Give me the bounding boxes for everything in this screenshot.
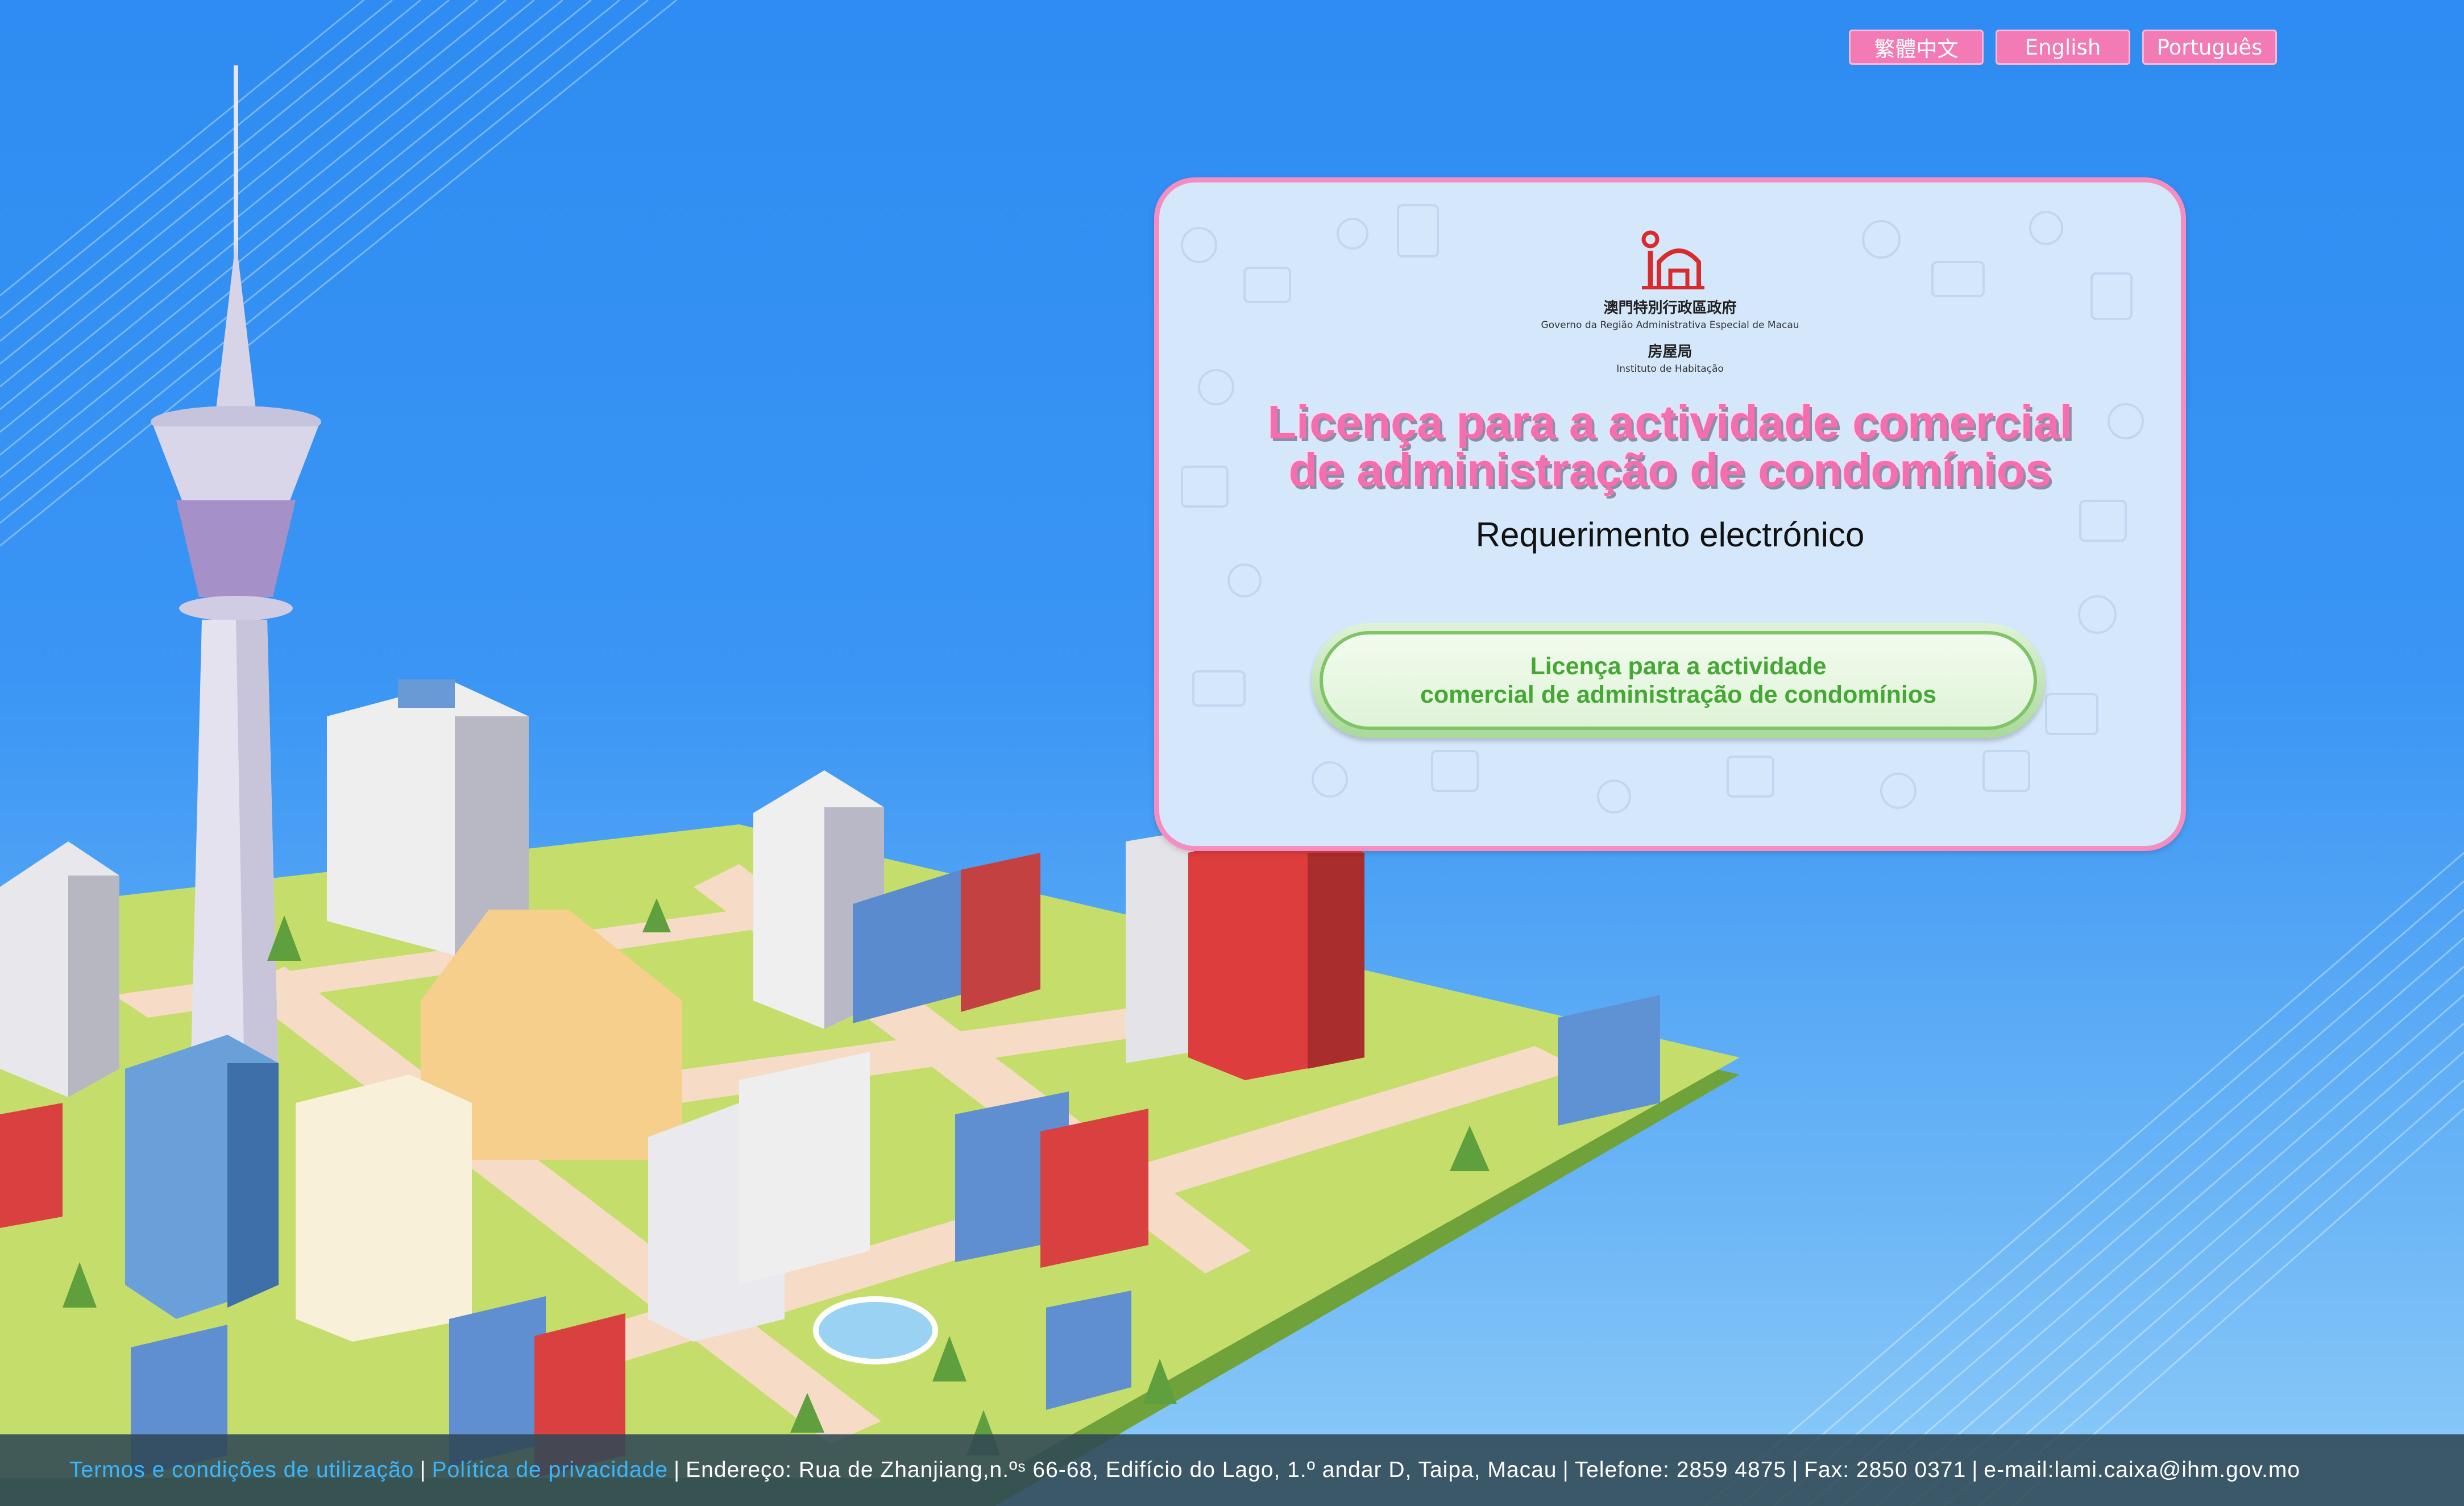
footer-phone: Telefone: 2859 4875 xyxy=(1574,1458,1787,1482)
footer-separator: | xyxy=(674,1458,681,1482)
ihm-logo: 澳門特別行政區政府 Governo da Região Administrati… xyxy=(1159,228,2181,375)
button-label-line-1: Licença para a actividade xyxy=(1530,653,1827,680)
logo-ihm-chinese: 房屋局 xyxy=(1648,343,1693,360)
license-application-button[interactable]: Licença para a actividade comercial de a… xyxy=(1312,623,2045,738)
license-application-button-inner[interactable]: Licença para a actividade comercial de a… xyxy=(1320,631,2037,730)
privacy-link[interactable]: Política de privacidade xyxy=(432,1458,668,1483)
footer-fax: Fax: 2850 0371 xyxy=(1804,1458,1967,1482)
footer-separator: | xyxy=(1562,1458,1569,1482)
footer-separator: | xyxy=(1792,1458,1799,1482)
footer: Termos e condições de utilização | Polít… xyxy=(0,1434,2464,1506)
title-line-1: Licença para a actividade comercial xyxy=(1266,396,2073,449)
terms-link[interactable]: Termos e condições de utilização xyxy=(69,1458,414,1483)
language-switcher: 繁體中文 English Português xyxy=(1849,30,2277,65)
button-label-line-2: comercial de administração de condomínio… xyxy=(1420,681,1937,708)
ihm-logo-icon xyxy=(1641,230,1704,289)
page-title: Licença para a actividade comercial de a… xyxy=(1159,396,2181,496)
logo-gov-chinese: 澳門特別行政區政府 xyxy=(1603,300,1737,317)
lang-english-button[interactable]: English xyxy=(1996,30,2130,65)
footer-email: e-mail:lami.caixa@ihm.gov.mo xyxy=(1984,1458,2301,1482)
footer-separator: | xyxy=(1972,1458,1978,1482)
footer-address: Endereço: Rua de Zhanjiang,n.ºˢ 66-68, E… xyxy=(686,1458,1557,1482)
title-line-2: de administração de condomínios xyxy=(1287,443,2052,496)
logo-gov-portuguese: Governo da Região Administrativa Especia… xyxy=(1541,320,1799,331)
main-panel: 澳門特別行政區政府 Governo da Região Administrati… xyxy=(1154,177,2186,851)
footer-separator: | xyxy=(420,1458,426,1482)
lang-chinese-button[interactable]: 繁體中文 xyxy=(1849,30,1984,65)
lang-portuguese-button[interactable]: Português xyxy=(2142,30,2277,65)
page-subtitle: Requerimento electrónico xyxy=(1475,516,1865,554)
logo-ihm-portuguese: Instituto de Habitação xyxy=(1616,363,1724,375)
